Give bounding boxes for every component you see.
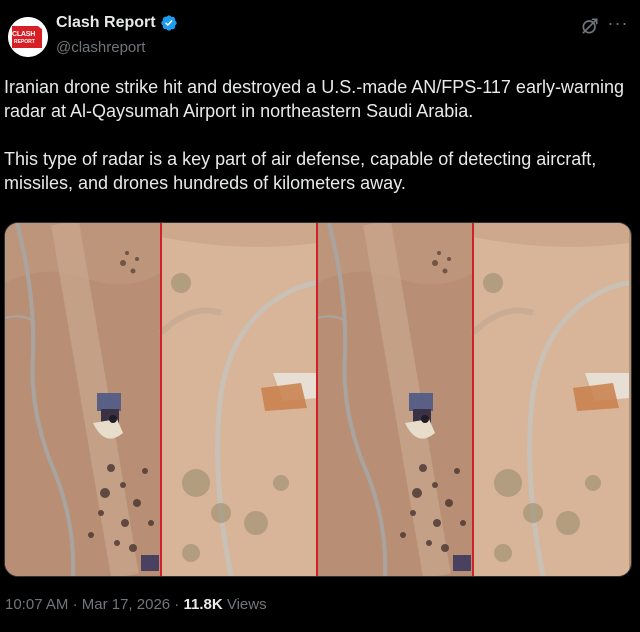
views-count[interactable]: 11.8K [183,596,222,613]
post-date[interactable]: Mar 17, 2026 [82,596,170,613]
post-paragraph: Iranian drone strike hit and destroyed a… [4,77,624,121]
post-text: Iranian drone strike hit and destroyed a… [4,75,629,195]
author-name[interactable]: Clash Report [56,14,156,32]
post-media[interactable] [4,222,632,577]
author-handle[interactable]: @clashreport [56,39,145,56]
post-meta: 10:07 AM · Mar 17, 2026 · 11.8K Views [5,596,267,613]
avatar-text-top: CLASH [12,31,36,38]
verified-badge-icon[interactable] [160,14,178,32]
grok-icon[interactable] [580,16,600,36]
post-header: CLASH REPORT Clash Report @clashreport ·… [0,0,640,70]
post-time[interactable]: 10:07 AM [5,596,68,613]
avatar-text-bottom: REPORT [13,39,36,45]
author-name-row: Clash Report [56,14,178,32]
meta-separator: · [174,596,180,613]
satellite-image [5,223,631,576]
meta-separator: · [72,596,78,613]
avatar[interactable]: CLASH REPORT [8,17,48,57]
post-paragraph: This type of radar is a key part of air … [4,149,597,193]
more-icon[interactable]: ··· [606,14,630,36]
views-label: Views [226,596,267,613]
